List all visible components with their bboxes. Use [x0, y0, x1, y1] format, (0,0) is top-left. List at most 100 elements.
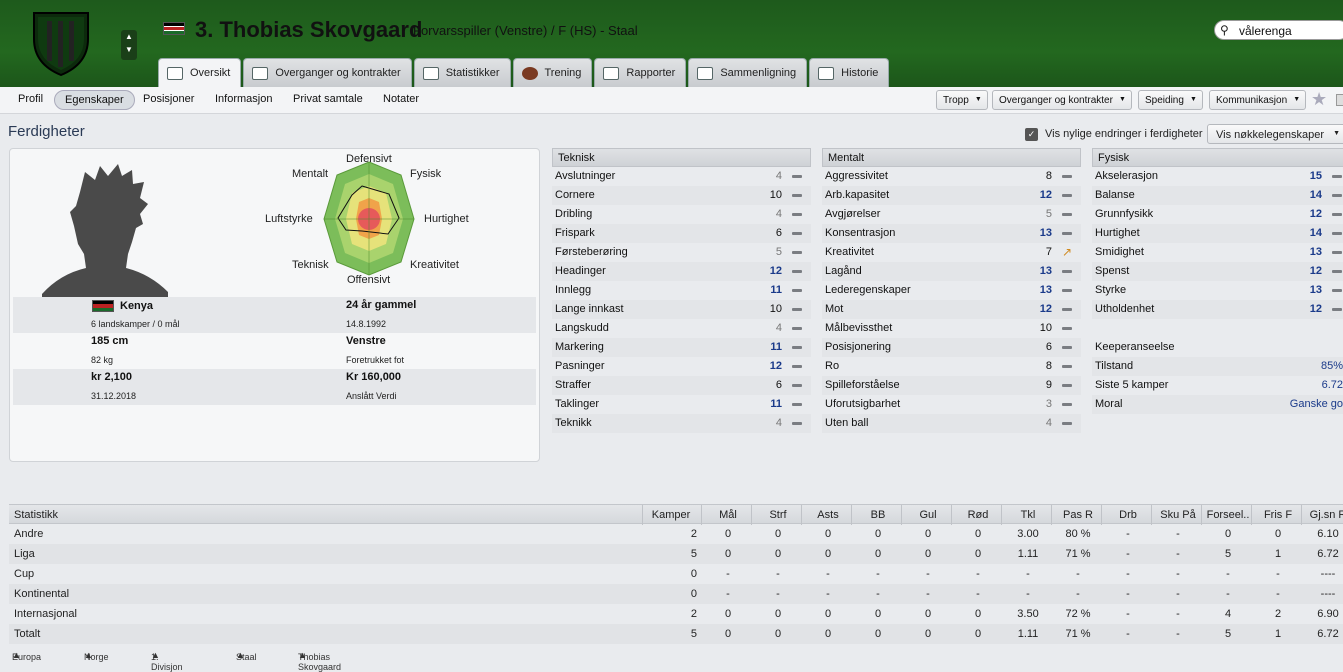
mental-attr-row[interactable]: Arb.kapasitet 12: [822, 186, 1081, 205]
stats-cell: -: [1126, 628, 1130, 640]
attr-name: Aggressivitet: [825, 170, 888, 182]
stats-column-header[interactable]: Sku På: [1154, 509, 1202, 521]
technical-attr-row[interactable]: Førsteberøring 5: [552, 243, 811, 262]
technical-attr-row[interactable]: Avslutninger 4: [552, 167, 811, 186]
stats-row[interactable]: Internasjonal 2 0 0 0 0 0 0 3.50 72 % - - 4 2 6.90: [9, 604, 1343, 624]
physical-attr-row[interactable]: Balanse 14: [1092, 186, 1343, 205]
player-nav-arrows[interactable]: ▲ ▼: [121, 30, 137, 60]
tab-overganger[interactable]: Overganger og kontrakter: [243, 58, 412, 87]
tab-historie[interactable]: Historie: [809, 58, 890, 87]
stats-column-header[interactable]: Gul: [904, 509, 952, 521]
subnav-posisjoner[interactable]: Posisjoner: [143, 93, 194, 105]
technical-attr-row[interactable]: Markering 11: [552, 338, 811, 357]
tab-rapporter[interactable]: Rapporter: [594, 58, 687, 87]
mental-attr-row[interactable]: Aggressivitet 8: [822, 167, 1081, 186]
subnav-informasjon[interactable]: Informasjon: [215, 93, 272, 105]
stats-cell: 1: [1274, 548, 1282, 560]
overganger-dropdown[interactable]: Overganger og kontrakter: [992, 90, 1132, 110]
mental-attr-row[interactable]: Ro 8: [822, 357, 1081, 376]
search-input[interactable]: ⚲ vålerenga: [1214, 20, 1343, 40]
mental-attr-row[interactable]: Konsentrasjon 13: [822, 224, 1081, 243]
trend-neutral-icon: [1332, 194, 1342, 197]
mental-attr-row[interactable]: Uten ball 4: [822, 414, 1081, 433]
stats-cell: 5: [690, 628, 697, 640]
stats-column-header[interactable]: Forseel..: [1204, 509, 1252, 521]
technical-attr-row[interactable]: Lange innkast 10: [552, 300, 811, 319]
stats-cell: -: [1126, 608, 1130, 620]
physical-attr-row[interactable]: Styrke 13: [1092, 281, 1343, 300]
technical-attr-row[interactable]: Innlegg 11: [552, 281, 811, 300]
mental-attr-row[interactable]: Uforutsigbarhet 3: [822, 395, 1081, 414]
stats-row[interactable]: Liga 5 0 0 0 0 0 0 1.11 71 % - - 5 1 6.72: [9, 544, 1343, 564]
stats-column-header[interactable]: Strf: [754, 509, 802, 521]
tropp-dropdown[interactable]: Tropp: [936, 90, 988, 110]
attr-name: Markering: [555, 341, 604, 353]
technical-attr-row[interactable]: Straffer 6: [552, 376, 811, 395]
radar-label-mentalt: Mentalt: [292, 168, 329, 180]
technical-attr-row[interactable]: Pasninger 12: [552, 357, 811, 376]
stats-column-header[interactable]: Fris F: [1254, 509, 1302, 521]
more-icon[interactable]: [1336, 94, 1343, 106]
stats-column-header[interactable]: Pas R: [1054, 509, 1102, 521]
attr-name: Langskudd: [555, 322, 609, 334]
technical-attr-row[interactable]: Frispark 6: [552, 224, 811, 243]
stats-column-header[interactable]: Mål: [704, 509, 752, 521]
mental-attr-row[interactable]: Posisjonering 6: [822, 338, 1081, 357]
mental-attr-row[interactable]: Mot 12: [822, 300, 1081, 319]
mental-attr-row[interactable]: Lederegenskaper 13: [822, 281, 1081, 300]
tab-statistikker[interactable]: Statistikker: [413, 58, 511, 87]
attr-value: 7: [1045, 246, 1052, 258]
technical-attr-row[interactable]: Cornere 10: [552, 186, 811, 205]
technical-attr-row[interactable]: Dribling 4: [552, 205, 811, 224]
physical-attr-row[interactable]: Utholdenhet 12: [1092, 300, 1343, 319]
technical-attr-row[interactable]: Teknikk 4: [552, 414, 811, 433]
subnav-privat-samtale[interactable]: Privat samtale: [293, 93, 363, 105]
mental-attr-row[interactable]: Spilleforståelse 9: [822, 376, 1081, 395]
search-value: vålerenga: [1239, 24, 1292, 38]
stats-column-header[interactable]: Asts: [804, 509, 852, 521]
attr-name: Kreativitet: [825, 246, 874, 258]
bio-nation[interactable]: Kenya: [120, 300, 153, 312]
trend-neutral-icon: [1062, 327, 1072, 330]
mental-attr-row[interactable]: Målbevissthet 10: [822, 319, 1081, 338]
mental-attr-row[interactable]: Kreativitet 7 ↗: [822, 243, 1081, 262]
physical-header: Fysisk: [1092, 148, 1343, 167]
show-changes-checkbox[interactable]: ✓: [1025, 128, 1038, 141]
stats-column-header[interactable]: Tkl: [1004, 509, 1052, 521]
technical-attr-row[interactable]: Langskudd 4: [552, 319, 811, 338]
stats-column-header[interactable]: Rød: [954, 509, 1002, 521]
kommunikasjon-dropdown[interactable]: Kommunikasjon: [1209, 90, 1307, 110]
mental-attr-row[interactable]: Avgjørelser 5: [822, 205, 1081, 224]
attr-name: Akselerasjon: [1095, 170, 1158, 182]
trend-neutral-icon: [1062, 365, 1072, 368]
stats-row[interactable]: Totalt 5 0 0 0 0 0 0 1.11 71 % - - 5 1 6.72: [9, 624, 1343, 644]
physical-attr-row[interactable]: Smidighet 13: [1092, 243, 1343, 262]
technical-attr-row[interactable]: Taklinger 11: [552, 395, 811, 414]
stats-cell: -: [1176, 628, 1180, 640]
tab-oversikt[interactable]: Oversikt: [158, 58, 242, 87]
tab-sammenligning[interactable]: Sammenligning: [688, 58, 808, 87]
stats-column-header[interactable]: Statistikk: [14, 509, 58, 521]
key-attributes-dropdown[interactable]: Vis nøkkelegenskaper ▼: [1207, 124, 1343, 144]
subnav-notater[interactable]: Notater: [383, 93, 419, 105]
subnav-profil[interactable]: Profil: [18, 93, 43, 105]
performance-value: 85%: [1320, 360, 1343, 372]
stats-column-header[interactable]: Gj.sn R: [1304, 509, 1343, 521]
technical-attr-row[interactable]: Headinger 12: [552, 262, 811, 281]
physical-attr-row[interactable]: Grunnfysikk 12: [1092, 205, 1343, 224]
physical-attr-row[interactable]: Hurtighet 14: [1092, 224, 1343, 243]
physical-attr-row[interactable]: Akselerasjon 15: [1092, 167, 1343, 186]
physical-attr-row[interactable]: Spenst 12: [1092, 262, 1343, 281]
star-icon[interactable]: ★: [1311, 89, 1327, 110]
stats-row[interactable]: Andre 2 0 0 0 0 0 0 3.00 80 % - - 0 0 6.10: [9, 524, 1343, 544]
stats-column-header[interactable]: BB: [854, 509, 902, 521]
subnav-egenskaper[interactable]: Egenskaper: [54, 90, 135, 110]
mental-attr-row[interactable]: Lagånd 13: [822, 262, 1081, 281]
stats-row[interactable]: Kontinental 0- - - - - - - - - - - - ----: [9, 584, 1343, 604]
attr-name: Smidighet: [1095, 246, 1144, 258]
speiding-dropdown[interactable]: Speiding: [1138, 90, 1203, 110]
stats-column-header[interactable]: Drb: [1104, 509, 1152, 521]
stats-column-header[interactable]: Kamper: [645, 509, 697, 521]
tab-trening[interactable]: Trening: [512, 58, 593, 87]
stats-row[interactable]: Cup 0- - - - - - - - - - - - ----: [9, 564, 1343, 584]
